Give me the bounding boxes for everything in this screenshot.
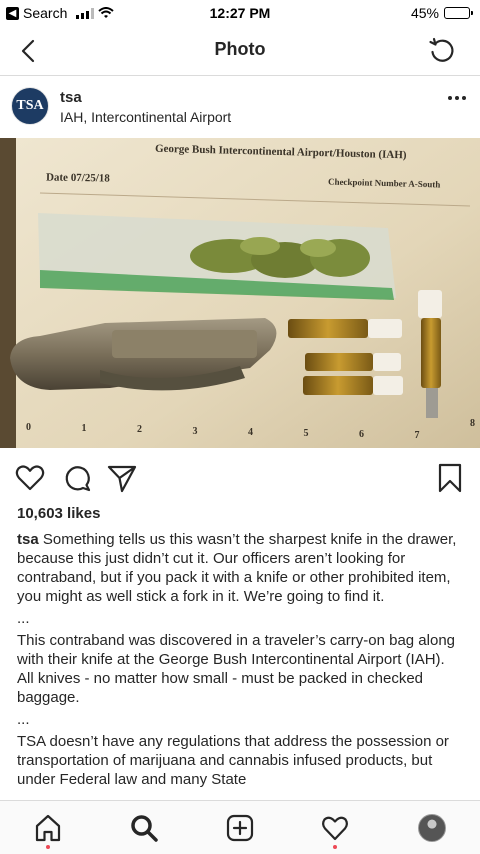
new-post-icon[interactable]: [225, 813, 255, 843]
caption-separator: ...: [17, 711, 30, 728]
ruler-number: 2: [137, 424, 142, 436]
caption-paragraph: tsa Something tells us this wasn’t the s…: [17, 530, 463, 606]
post-caption: tsa Something tells us this wasn’t the s…: [17, 530, 463, 792]
post-username[interactable]: tsa: [60, 89, 82, 106]
home-icon[interactable]: [33, 813, 63, 843]
caption-separator: ...: [17, 610, 30, 627]
photo-ruler: 0 1 2 3 4 5 6 7 8: [0, 416, 480, 446]
refresh-icon[interactable]: [426, 35, 458, 67]
bookmark-icon[interactable]: [434, 462, 466, 494]
search-icon[interactable]: [129, 813, 159, 843]
status-bar: ◀ Search 12:27 PM 45%: [0, 0, 480, 26]
battery-icon: [444, 7, 473, 19]
ruler-number: 1: [81, 423, 87, 435]
battery-status: 45%: [410, 5, 473, 21]
post-header: TSA tsa IAH, Intercontinental Airport: [0, 76, 480, 138]
page-title: Photo: [214, 39, 266, 59]
ruler-number: 4: [248, 426, 253, 438]
comment-icon[interactable]: [61, 462, 93, 494]
more-options-icon[interactable]: [448, 96, 466, 100]
post-photo[interactable]: George Bush Intercontinental Airport/Hou…: [0, 138, 480, 448]
activity-heart-icon[interactable]: [320, 813, 350, 843]
ruler-number: 7: [414, 430, 420, 442]
ruler-number: 5: [303, 428, 309, 439]
ruler-number: 8: [470, 417, 475, 429]
activity-notification-dot: [333, 845, 337, 849]
like-heart-icon[interactable]: [14, 462, 46, 494]
caption-paragraph: TSA doesn’t have any regulations that ad…: [17, 733, 449, 788]
post-location[interactable]: IAH, Intercontinental Airport: [60, 109, 231, 125]
caption-paragraph: This contraband was discovered in a trav…: [17, 632, 456, 706]
post-actions: [0, 456, 480, 500]
battery-percent: 45%: [410, 5, 439, 21]
like-count[interactable]: 10,603 likes: [17, 505, 100, 522]
ruler-number: 6: [359, 429, 364, 441]
ruler-number: 0: [26, 422, 31, 433]
home-notification-dot: [46, 845, 50, 849]
bottom-tab-bar: [0, 800, 480, 854]
clock: 12:27 PM: [209, 5, 271, 21]
profile-avatar[interactable]: [418, 814, 446, 842]
avatar[interactable]: TSA: [11, 87, 49, 125]
photo-date-text: Date 07/25/18: [45, 171, 110, 185]
ruler-number: 3: [192, 425, 198, 437]
share-send-icon[interactable]: [106, 462, 138, 494]
caption-text: Something tells us this wasn’t the sharp…: [17, 531, 457, 605]
nav-header: Photo: [0, 26, 480, 76]
caption-username[interactable]: tsa: [17, 531, 39, 548]
